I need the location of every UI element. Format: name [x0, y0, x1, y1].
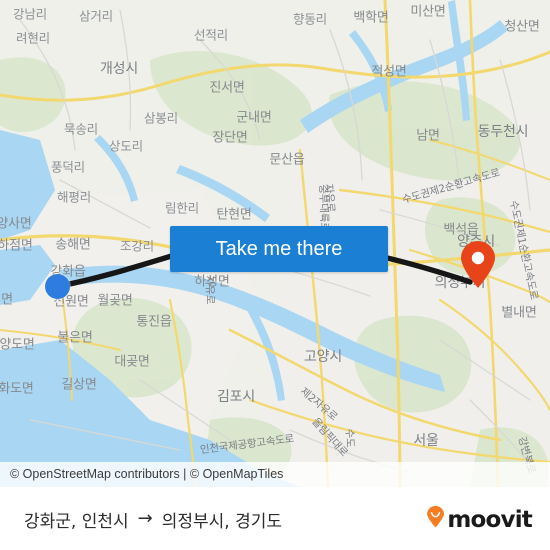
route-summary: 강화군, 인천시 → 의정부시, 경기도 — [24, 488, 282, 550]
moovit-logo[interactable]: moovit — [426, 488, 533, 550]
map-attribution[interactable]: © OpenStreetMap contributors | © OpenMap… — [0, 462, 550, 487]
moovit-pin-icon — [426, 506, 445, 533]
moovit-map-screen: 강남리 삼거리 선적리 향동리 백학면 미산면 청산면 려현리 개성시 적성면 진서면 군내면 삼봉리 묵… — [0, 0, 550, 550]
take-me-there-button[interactable]: Take me there — [170, 226, 388, 272]
moovit-wordmark: moovit — [447, 506, 532, 533]
origin-marker[interactable] — [44, 273, 70, 299]
route-origin-label: 강화군, 인천시 — [24, 512, 129, 532]
arrow-right-icon: → — [137, 507, 153, 529]
map-canvas[interactable]: 강남리 삼거리 선적리 향동리 백학면 미산면 청산면 려현리 개성시 적성면 진서면 군내면 삼봉리 묵… — [0, 0, 550, 487]
route-destination-label: 의정부시, 경기도 — [161, 512, 283, 532]
footer-bar: 강화군, 인천시 → 의정부시, 경기도 moovit — [0, 487, 550, 550]
destination-marker[interactable] — [458, 241, 498, 289]
